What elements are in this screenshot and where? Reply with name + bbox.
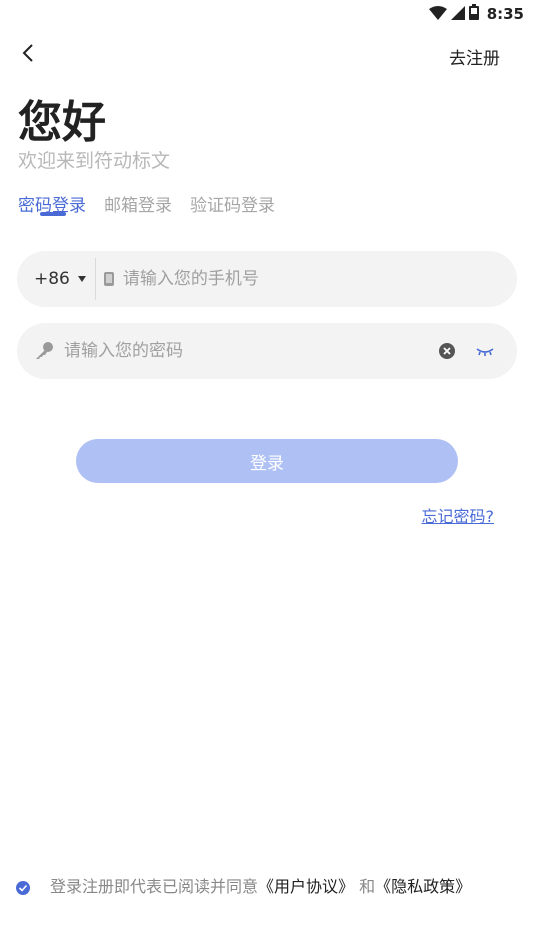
forgot-password-link[interactable]: 忘记密码? xyxy=(422,503,495,527)
privacy-policy-link[interactable]: 《隐私政策》 xyxy=(375,877,471,896)
wifi-icon xyxy=(428,5,447,24)
phone-input[interactable] xyxy=(122,269,483,289)
eye-closed-icon[interactable] xyxy=(475,344,495,363)
status-bar: 8:35 xyxy=(0,0,534,30)
welcome-subtitle: 欢迎来到符动标文 xyxy=(18,150,171,172)
phone-field: +86 xyxy=(17,251,517,307)
password-input[interactable] xyxy=(64,341,404,361)
back-button[interactable] xyxy=(14,40,42,70)
back-arrow-icon xyxy=(22,44,34,66)
password-field xyxy=(17,323,517,379)
tab-code-login[interactable]: 验证码登录 xyxy=(190,191,275,216)
agreement-prefix: 登录注册即代表已阅读并同意 xyxy=(50,877,259,896)
page-title: 您好 xyxy=(18,97,106,148)
field-divider xyxy=(94,258,96,300)
tab-email-login[interactable]: 邮箱登录 xyxy=(104,191,172,216)
tab-indicator xyxy=(40,212,66,216)
status-icons: 8:35 xyxy=(428,4,524,24)
country-code-selector[interactable]: +86 xyxy=(34,269,86,289)
user-agreement-link[interactable]: 《用户协议》 xyxy=(258,877,354,896)
register-link[interactable]: 去注册 xyxy=(449,44,500,69)
clear-icon[interactable] xyxy=(438,342,456,364)
country-code-value: +86 xyxy=(34,269,70,289)
key-icon xyxy=(34,342,54,360)
signal-icon xyxy=(450,5,465,24)
battery-icon xyxy=(468,4,479,24)
status-time: 8:35 xyxy=(486,5,524,23)
agreement: 登录注册即代表已阅读并同意《用户协议》 和《隐私政策》 xyxy=(16,876,516,898)
login-button[interactable]: 登录 xyxy=(76,439,458,483)
agreement-and: 和 xyxy=(354,877,376,896)
check-circle-icon[interactable] xyxy=(16,880,30,895)
phone-icon xyxy=(103,271,115,287)
caret-down-icon xyxy=(77,276,86,282)
agreement-text: 登录注册即代表已阅读并同意《用户协议》 和《隐私政策》 xyxy=(50,876,490,898)
